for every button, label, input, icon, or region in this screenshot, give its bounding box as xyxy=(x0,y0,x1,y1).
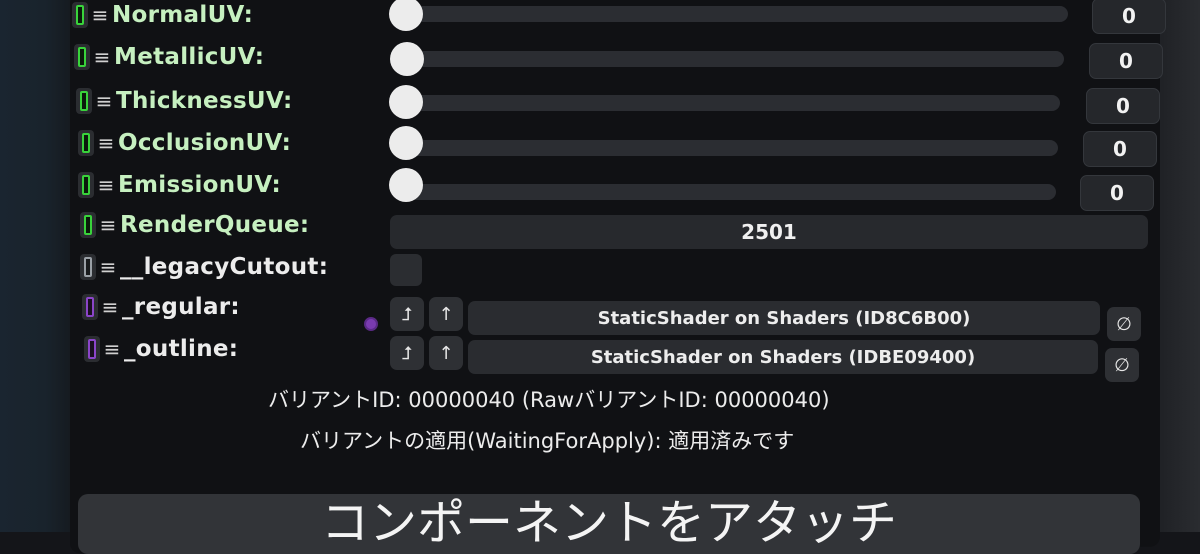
menu-icon[interactable]: ≡ xyxy=(94,89,114,113)
number-field[interactable]: 0 xyxy=(1086,88,1160,124)
up-hierarchy-button[interactable]: ⮥ xyxy=(390,297,424,331)
up-button[interactable]: ↑ xyxy=(429,336,463,370)
uv-row-thickness: ≡ ThicknessUV: xyxy=(76,83,292,119)
variant-id-text: バリアントID: 00000040 (RawバリアントID: 00000040) xyxy=(268,388,830,412)
uv-row-occlusion: ≡ OcclusionUV: xyxy=(78,125,291,161)
menu-icon[interactable]: ≡ xyxy=(96,131,116,155)
legacy-cutout-row: ≡ __legacyCutout: xyxy=(80,249,328,285)
property-label: _regular: xyxy=(122,294,240,320)
render-queue-row: ≡ RenderQueue: xyxy=(80,207,309,243)
pin-icon[interactable] xyxy=(80,254,96,280)
slider-knob[interactable] xyxy=(390,42,424,76)
number-field[interactable]: 0 xyxy=(1089,43,1163,79)
object-field[interactable]: StaticShader on Shaders (ID8C6B00) xyxy=(468,301,1100,335)
menu-icon[interactable]: ≡ xyxy=(96,173,116,197)
pin-icon[interactable] xyxy=(78,172,94,198)
menu-icon[interactable]: ≡ xyxy=(92,45,112,69)
clear-button[interactable]: ∅ xyxy=(1105,348,1139,382)
clear-button[interactable]: ∅ xyxy=(1107,307,1141,341)
menu-icon[interactable]: ≡ xyxy=(100,295,120,319)
pin-icon[interactable] xyxy=(72,2,88,28)
number-field[interactable]: 0 xyxy=(1092,0,1166,34)
property-label: EmissionUV: xyxy=(118,172,281,198)
pin-icon[interactable] xyxy=(84,336,100,362)
slider-track[interactable] xyxy=(406,140,1058,156)
pin-icon[interactable] xyxy=(78,130,94,156)
attach-component-button[interactable]: コンポーネントをアタッチ xyxy=(78,494,1140,554)
slider-track[interactable] xyxy=(400,6,1068,22)
pin-icon[interactable] xyxy=(76,88,92,114)
pin-icon[interactable] xyxy=(82,294,98,320)
slider-track[interactable] xyxy=(408,184,1056,200)
regular-row: ≡ _regular: xyxy=(82,289,240,325)
outline-row: ≡ _outline: xyxy=(84,331,238,367)
property-label: __legacyCutout: xyxy=(120,254,329,280)
uv-row-normal: ≡ NormalUV: xyxy=(72,0,253,33)
property-label: MetallicUV: xyxy=(114,44,265,70)
render-queue-field[interactable]: 2501 xyxy=(390,215,1148,249)
background-left xyxy=(0,0,75,532)
slider-knob[interactable] xyxy=(389,85,423,119)
attach-component-label: コンポーネントをアタッチ xyxy=(320,495,897,551)
up-hierarchy-button[interactable]: ⮥ xyxy=(390,336,424,370)
menu-icon[interactable]: ≡ xyxy=(98,213,118,237)
slider-track[interactable] xyxy=(404,95,1060,111)
variant-apply-text: バリアントの適用(WaitingForApply): 適用済みです xyxy=(300,429,795,453)
pin-icon[interactable] xyxy=(80,212,96,238)
menu-icon[interactable]: ≡ xyxy=(102,337,122,361)
uv-row-metallic: ≡ MetallicUV: xyxy=(74,39,264,75)
slider-knob[interactable] xyxy=(389,168,423,202)
property-label: RenderQueue: xyxy=(120,212,310,238)
menu-icon[interactable]: ≡ xyxy=(98,255,118,279)
uv-row-emission: ≡ EmissionUV: xyxy=(78,167,281,203)
up-button[interactable]: ↑ xyxy=(429,297,463,331)
pin-icon[interactable] xyxy=(74,44,90,70)
object-field[interactable]: StaticShader on Shaders (IDBE09400) xyxy=(468,340,1098,374)
legacy-cutout-checkbox[interactable] xyxy=(390,254,422,286)
slider-track[interactable] xyxy=(402,51,1064,67)
slider-knob[interactable] xyxy=(389,126,423,160)
menu-icon[interactable]: ≡ xyxy=(90,3,110,27)
connection-dot[interactable] xyxy=(364,317,378,331)
property-label: _outline: xyxy=(124,336,239,362)
property-label: NormalUV: xyxy=(112,2,254,28)
number-field[interactable]: 0 xyxy=(1083,131,1157,167)
number-field[interactable]: 0 xyxy=(1080,175,1154,211)
property-label: OcclusionUV: xyxy=(118,130,292,156)
property-label: ThicknessUV: xyxy=(116,88,293,114)
